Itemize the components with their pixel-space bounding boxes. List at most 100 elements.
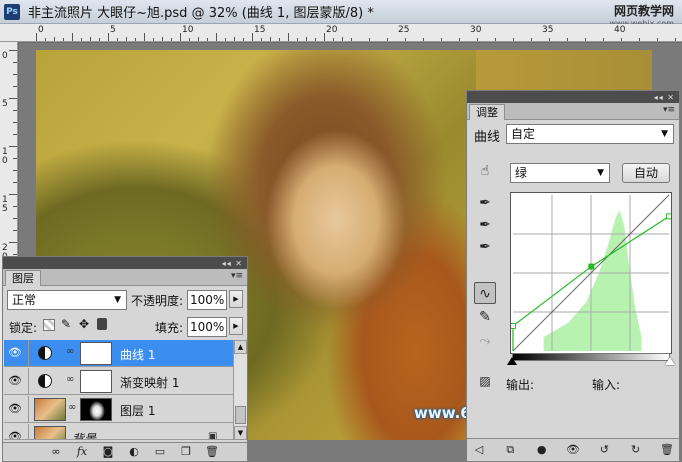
ruler-tick [288,33,289,41]
delete-adjustment-icon[interactable]: 🗑 [659,443,675,457]
panel-menu-icon[interactable]: ▾≡ [663,105,675,115]
lock-position-icon[interactable]: ✥ [79,317,89,331]
curve-points-icon[interactable]: ∿ [474,282,496,304]
layer-mask-thumbnail[interactable] [80,342,112,365]
black-point-slider[interactable] [507,357,517,365]
ruler-tick [13,230,17,231]
lock-transparent-icon[interactable] [43,319,55,331]
preset-select[interactable]: 自定 ▼ [506,124,674,144]
layer-row-curves[interactable]: 👁 ∞ 曲线 1 [4,340,234,367]
visibility-eye-icon[interactable]: 👁 [8,375,22,387]
channel-select[interactable]: 绿 ▼ [510,163,610,183]
delete-layer-icon[interactable]: 🗑 [204,445,220,459]
chevron-down-icon: ▼ [114,295,121,305]
ruler-tick [144,33,145,41]
collapse-icon[interactable]: ◂◂ ✕ [222,259,243,268]
ruler-tick [9,242,17,243]
ruler-tick [99,38,100,41]
ruler-tick [423,38,424,41]
clip-to-layer-icon[interactable]: ⧉ [502,443,518,457]
layer-mask-thumbnail[interactable] [80,370,112,393]
ruler-tick [324,33,325,41]
ruler-tick [13,170,17,171]
histogram-warning-icon[interactable]: ▨ [474,370,496,392]
ruler-tick [9,50,17,51]
black-point-eyedropper-icon[interactable]: ✒ [474,192,496,214]
layers-tabrow: 图层 ▾≡ [3,269,247,286]
pencil-draw-icon[interactable]: ✎ [474,306,496,328]
layers-panel: ◂◂ ✕ 图层 ▾≡ 正常 ▼ 不透明度: 100% ▶ 锁定: ✎ ✥ 填充:… [2,256,248,462]
ruler-tick [216,33,217,41]
photoshop-icon: Ps [4,3,20,20]
layer-row-background[interactable]: 👁 背景 ▣ [4,424,234,440]
link-chain-icon[interactable]: ∞ [66,374,74,385]
view-previous-icon[interactable]: ● [534,443,550,457]
scroll-up-icon[interactable]: ▲ [234,340,247,354]
ruler-tick [13,62,17,63]
curve-control-point[interactable] [588,263,595,270]
panel-menu-icon[interactable]: ▾≡ [231,271,243,281]
tab-adjustments[interactable]: 调整 [469,104,505,120]
white-point-eyedropper-icon[interactable]: ✒ [474,236,496,258]
ruler-tick [117,38,118,41]
ruler-tick [459,38,460,41]
layer-name: 图层 1 [120,404,156,418]
lock-all-icon[interactable] [97,318,107,330]
ruler-tick [180,33,181,41]
fill-input[interactable]: 100% [187,317,227,337]
layer-row-layer1[interactable]: 👁 ∞ 图层 1 [4,396,234,423]
ruler-tick [13,206,17,207]
collapse-icon[interactable]: ◂◂ ✕ [654,93,675,102]
visibility-eye-icon[interactable]: 👁 [8,431,22,440]
new-group-icon[interactable]: ▭ [152,445,168,459]
visibility-eye-icon[interactable]: 👁 [8,347,22,359]
white-point-slider[interactable] [665,357,675,365]
visibility-eye-icon[interactable]: 👁 [8,403,22,415]
chevron-down-icon: ▼ [661,129,668,139]
visibility-eye-icon[interactable]: 👁 [565,443,581,457]
ruler-tick [585,38,586,41]
tab-layers[interactable]: 图层 [5,270,41,286]
scroll-down-icon[interactable]: ▼ [234,426,247,440]
adjustment-layer-icon [38,374,52,388]
lock-pixels-icon[interactable]: ✎ [61,317,71,331]
ruler-tick [63,38,64,41]
smooth-curve-icon[interactable]: ⤳ [474,330,496,352]
layer-style-icon[interactable]: fx [74,445,90,459]
opacity-slider-button[interactable]: ▶ [229,290,243,308]
ruler-label: 15 [254,25,266,35]
ruler-label: 35 [542,25,554,35]
layer-mask-thumbnail[interactable] [80,398,112,421]
new-layer-icon[interactable]: ❐ [178,445,194,459]
ruler-tick [162,37,163,41]
curve-control-point[interactable] [666,213,672,220]
ruler-tick [441,38,442,41]
link-chain-icon[interactable]: ∞ [66,346,74,357]
opacity-input[interactable]: 100% [187,290,227,310]
curve-control-point[interactable] [511,322,516,329]
ruler-tick [549,38,550,41]
blend-mode-select[interactable]: 正常 ▼ [7,290,127,310]
reset-icon[interactable]: ↻ [628,443,644,457]
ruler-tick [315,38,316,41]
adjustments-tabrow: 调整 ▾≡ [467,103,679,120]
auto-button[interactable]: 自动 [622,163,670,183]
layer-thumbnail[interactable] [34,426,66,439]
ruler-tick [342,37,343,41]
link-layers-icon[interactable]: ∞ [48,445,64,459]
layer-row-gradient-map[interactable]: 👁 ∞ 渐变映射 1 [4,368,234,395]
on-image-adjust-icon[interactable]: ☝ [474,160,496,182]
layers-scrollbar[interactable]: ▲ ▼ [233,340,247,440]
layer-thumbnail[interactable] [34,398,66,421]
link-chain-icon[interactable]: ∞ [68,402,76,413]
ruler-tick [13,158,17,159]
gray-point-eyedropper-icon[interactable]: ✒ [474,214,496,236]
curves-graph[interactable] [510,192,672,354]
fill-slider-button[interactable]: ▶ [229,317,243,335]
reset-prev-icon[interactable]: ↺ [596,443,612,457]
add-mask-icon[interactable]: ◙ [100,445,116,459]
scroll-thumb[interactable] [235,406,246,424]
histogram-area [543,210,642,352]
new-adjustment-icon[interactable]: ◐ [126,445,142,459]
back-arrow-icon[interactable]: ◁ [471,443,487,457]
